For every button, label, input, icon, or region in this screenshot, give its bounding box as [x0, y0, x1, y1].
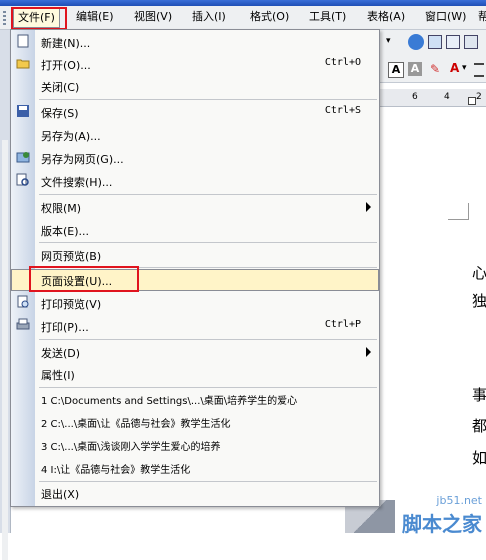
font-color-icon[interactable]: A [450, 61, 459, 75]
menu-separator [39, 339, 377, 340]
columns-icon[interactable] [446, 35, 460, 49]
menu-separator [39, 242, 377, 243]
menu-item-exit[interactable]: 退出(X) [11, 482, 379, 504]
menu-item-versions[interactable]: 版本(E)... [11, 219, 379, 241]
menu-item-permission[interactable]: 权限(M) [11, 196, 379, 218]
menu-item-label: 新建(N)... [41, 37, 91, 50]
menu-item-recent-file-1[interactable]: 1 C:\Documents and Settings\...\桌面\培养学生的… [11, 388, 379, 410]
menu-item-label: 退出(X) [41, 488, 80, 501]
menu-item-recent-file-2[interactable]: 2 C:\...\桌面\让《品德与社会》教学生活化 [11, 411, 379, 433]
document-text: 如 [472, 449, 486, 467]
menu-item-shortcut: Ctrl+P [324, 319, 361, 330]
menu-item-print[interactable]: 打印(P)... Ctrl+P [11, 315, 379, 337]
menu-item-open[interactable]: 打开(O)... Ctrl+O [11, 53, 379, 75]
menu-item-label: 版本(E)... [41, 225, 90, 238]
menu-bar: 文件(F) 编辑(E) 视图(V) 插入(I) 格式(O) 工具(T) 表格(A… [0, 6, 486, 30]
toolbar-grip-icon[interactable] [3, 11, 6, 25]
menu-item-new[interactable]: 新建(N)... [11, 31, 379, 53]
menu-item-label: 3 C:\...\桌面\浅谈刚入学学生爱心的培养 [41, 442, 221, 453]
line-spacing-icon[interactable] [474, 63, 484, 77]
toolbar: ▾ A A ✎ A ▾ [378, 30, 486, 83]
menu-item-label: 属性(I) [41, 369, 75, 382]
menu-separator [39, 194, 377, 195]
document-area[interactable]: 心 独 事 都 如 [378, 107, 486, 533]
highlight-icon[interactable]: ✎ [430, 62, 440, 76]
menu-item-label: 1 C:\Documents and Settings\...\桌面\培养学生的… [41, 396, 298, 407]
ruler-tick: 4 [444, 92, 450, 102]
menu-item-print-preview[interactable]: 打印预览(V) [11, 292, 379, 314]
menu-format[interactable]: 格式(O) [246, 8, 293, 26]
menu-item-label: 文件搜索(H)... [41, 176, 113, 189]
menu-table[interactable]: 表格(A) [363, 8, 409, 26]
menu-item-save-as[interactable]: 另存为(A)... [11, 124, 379, 146]
menu-item-label: 另存为(A)... [41, 130, 101, 143]
menu-item-label: 网页预览(B) [41, 250, 102, 263]
character-shading-icon[interactable]: A [408, 62, 422, 76]
font-color-dropdown-icon[interactable]: ▾ [462, 63, 467, 73]
menu-item-send-to[interactable]: 发送(D) [11, 341, 379, 363]
horizontal-ruler[interactable]: 6 4 2 [378, 89, 486, 107]
menu-item-label: 权限(M) [41, 202, 82, 215]
menu-item-properties[interactable]: 属性(I) [11, 363, 379, 385]
save-icon [16, 104, 30, 118]
document-text: 心 [472, 264, 486, 282]
submenu-arrow-icon [366, 347, 371, 357]
submenu-arrow-icon [366, 202, 371, 212]
menu-item-shortcut: Ctrl+S [324, 105, 361, 116]
document-text: 独 [472, 292, 486, 310]
menu-item-label: 打印预览(V) [41, 298, 102, 311]
web-save-icon [16, 150, 30, 164]
menu-item-label: 打开(O)... [41, 59, 91, 72]
new-document-icon [16, 34, 30, 48]
open-folder-icon [16, 56, 30, 70]
menu-item-recent-file-4[interactable]: 4 I:\让《品德与社会》教学生活化 [11, 457, 379, 479]
print-preview-icon [16, 295, 30, 309]
dropdown-arrow-icon[interactable]: ▾ [386, 36, 391, 46]
annotation-red-box-page-setup [29, 266, 139, 292]
menu-item-label: 关闭(C) [41, 81, 80, 94]
indent-marker-icon[interactable] [468, 97, 476, 105]
annotation-red-box-file-menu [11, 7, 67, 30]
menu-item-label: 2 C:\...\桌面\让《品德与社会》教学生活化 [41, 419, 231, 430]
menu-edit[interactable]: 编辑(E) [72, 8, 118, 26]
menu-item-recent-file-3[interactable]: 3 C:\...\桌面\浅谈刚入学学生爱心的培养 [11, 434, 379, 456]
menu-item-label: 4 I:\让《品德与社会》教学生活化 [41, 465, 191, 476]
table-icon[interactable] [428, 35, 442, 49]
menu-item-save[interactable]: 保存(S) Ctrl+S [11, 101, 379, 123]
document-text: 事 [472, 386, 486, 404]
menu-item-label: 保存(S) [41, 107, 79, 120]
font-size-increase-icon[interactable]: A [388, 62, 404, 78]
printer-icon [16, 318, 30, 332]
vertical-ruler[interactable] [2, 140, 8, 560]
menu-item-label: 另存为网页(G)... [41, 153, 124, 166]
watermark-site: jb51.net [436, 494, 482, 507]
menu-item-web-preview[interactable]: 网页预览(B) [11, 244, 379, 266]
drawing-icon[interactable] [464, 35, 478, 49]
menu-item-shortcut: Ctrl+O [324, 57, 361, 68]
menu-separator [39, 99, 377, 100]
margin-marker [448, 203, 469, 220]
menu-item-file-search[interactable]: 文件搜索(H)... [11, 170, 379, 192]
menu-help[interactable]: 帮 [474, 8, 486, 26]
menu-item-close[interactable]: 关闭(C) [11, 75, 379, 97]
menu-item-save-as-web[interactable]: 另存为网页(G)... [11, 147, 379, 169]
menu-item-label: 打印(P)... [41, 321, 89, 334]
file-search-icon [16, 173, 30, 187]
menu-window[interactable]: 窗口(W) [421, 8, 470, 26]
menu-item-label: 发送(D) [41, 347, 81, 360]
menu-tools[interactable]: 工具(T) [305, 8, 350, 26]
ruler-tick: 6 [412, 92, 418, 102]
document-text: 都 [472, 417, 486, 435]
research-globe-icon[interactable] [408, 34, 424, 50]
menu-view[interactable]: 视图(V) [130, 8, 176, 26]
ruler-tick: 2 [476, 92, 482, 102]
menu-insert[interactable]: 插入(I) [188, 8, 230, 26]
